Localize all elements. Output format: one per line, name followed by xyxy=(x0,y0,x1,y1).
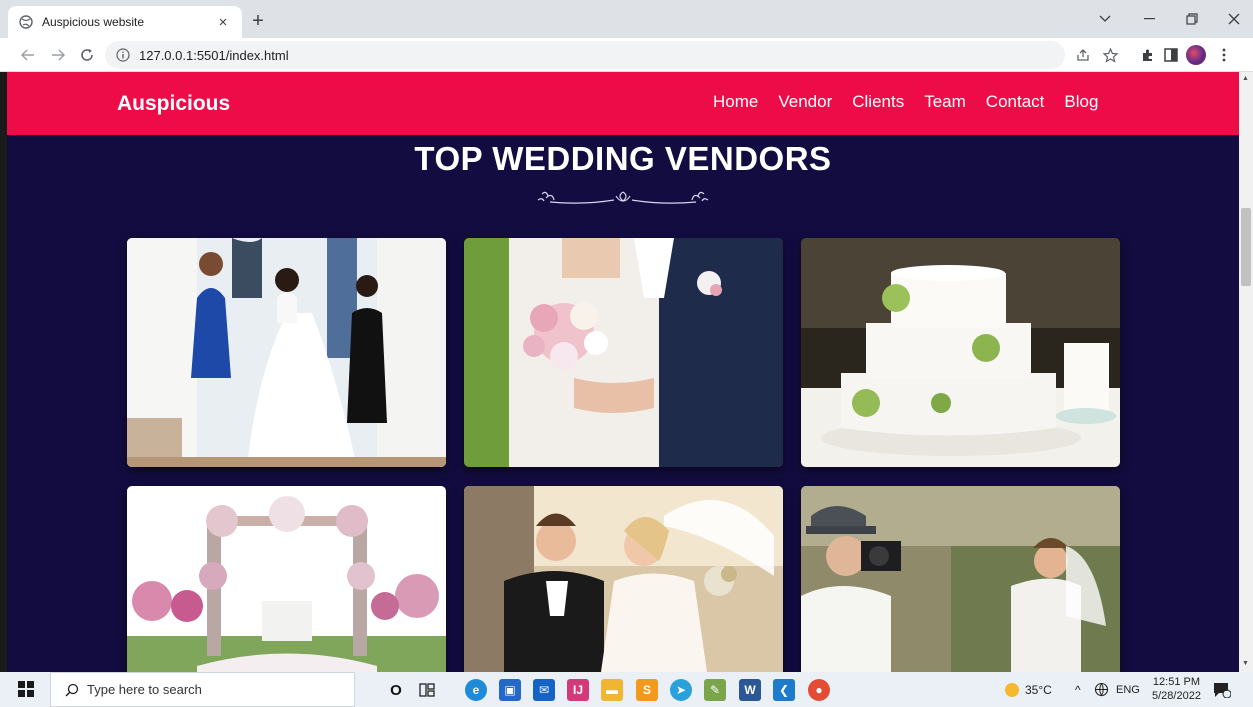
new-tab-button[interactable]: + xyxy=(246,9,270,33)
nav-links: Home Vendor Clients Team Contact Blog xyxy=(713,92,1098,112)
site-brand[interactable]: Auspicious xyxy=(117,92,230,116)
weather-temp: 35°C xyxy=(1025,682,1052,697)
vendor-card-decor[interactable] xyxy=(127,486,446,672)
network-globe-icon[interactable] xyxy=(1094,672,1109,707)
minimize-icon[interactable] xyxy=(1134,8,1164,30)
side-panel-icon[interactable] xyxy=(1160,44,1182,66)
scroll-down-icon[interactable]: ▼ xyxy=(1242,660,1249,667)
share-icon[interactable] xyxy=(1072,44,1094,66)
toolbar: 127.0.0.1:5501/index.html xyxy=(0,38,1253,72)
vendor-card-bouquet[interactable] xyxy=(464,238,783,467)
taskbar-search[interactable]: Type here to search xyxy=(50,672,355,707)
search-placeholder: Type here to search xyxy=(87,682,202,697)
notification-center-icon[interactable]: 3 xyxy=(1213,672,1231,707)
cortana-icon[interactable]: O xyxy=(385,679,407,701)
weather-sun-icon xyxy=(1005,682,1019,697)
task-view-icon[interactable] xyxy=(416,679,438,701)
forward-arrow-icon[interactable] xyxy=(46,43,70,67)
extensions-icon[interactable] xyxy=(1137,44,1159,66)
vscode-icon[interactable]: ❮ xyxy=(773,679,795,701)
store-icon[interactable]: ▣ xyxy=(499,679,521,701)
windows-start-icon[interactable] xyxy=(18,681,34,697)
tab-close-icon[interactable]: × xyxy=(214,14,232,31)
reload-icon[interactable] xyxy=(75,43,99,67)
bridal-fitting-image xyxy=(127,238,446,467)
telegram-icon[interactable]: ➤ xyxy=(670,679,692,701)
chevron-down-icon[interactable] xyxy=(1090,8,1120,30)
vendor-card-photography[interactable] xyxy=(801,486,1120,672)
chrome-icon[interactable]: ● xyxy=(808,679,830,701)
url-text: 127.0.0.1:5501/index.html xyxy=(139,47,289,63)
weather-widget[interactable]: 35°C xyxy=(1005,672,1052,707)
browser-tab[interactable]: Auspicious website × xyxy=(8,6,242,38)
floral-arch-image xyxy=(127,486,446,672)
notification-count: 3 xyxy=(1224,684,1229,693)
vendor-card-celebration[interactable] xyxy=(464,486,783,672)
intellij-icon[interactable]: IJ xyxy=(567,679,589,701)
couple-celebration-image xyxy=(464,486,783,672)
back-arrow-icon[interactable] xyxy=(16,43,40,67)
close-window-icon[interactable] xyxy=(1219,8,1249,30)
vendor-card-bridal-fitting[interactable] xyxy=(127,238,446,467)
photographer-image xyxy=(801,486,1120,672)
bouquet-couple-image xyxy=(464,238,783,467)
page-viewport: Auspicious Home Vendor Clients Team Cont… xyxy=(7,72,1239,672)
ornament-divider-icon xyxy=(537,191,709,204)
site-navbar: Auspicious Home Vendor Clients Team Cont… xyxy=(7,72,1239,135)
restore-icon[interactable] xyxy=(1177,8,1207,30)
nav-team[interactable]: Team xyxy=(924,92,966,112)
scroll-thumb[interactable] xyxy=(1241,208,1251,286)
bookmark-star-icon[interactable] xyxy=(1099,44,1121,66)
sublime-icon[interactable]: S xyxy=(636,679,658,701)
edge-icon[interactable]: e xyxy=(465,679,487,701)
nav-home[interactable]: Home xyxy=(713,92,758,112)
info-icon[interactable] xyxy=(115,47,131,63)
section-title: TOP WEDDING VENDORS xyxy=(414,140,832,177)
file-explorer-icon[interactable]: ▬ xyxy=(601,679,623,701)
tab-strip: Auspicious website × + xyxy=(0,0,1253,38)
profile-avatar[interactable] xyxy=(1185,44,1207,66)
tray-chevron-icon[interactable]: ^ xyxy=(1075,672,1081,707)
language-indicator[interactable]: ENG xyxy=(1116,672,1140,707)
tab-title: Auspicious website xyxy=(42,15,145,29)
taskbar-clock[interactable]: 12:51 PM 5/28/2022 xyxy=(1152,675,1201,703)
paint-icon[interactable]: ✎ xyxy=(704,679,726,701)
nav-blog[interactable]: Blog xyxy=(1064,92,1098,112)
word-icon[interactable]: W xyxy=(739,679,761,701)
nav-vendor[interactable]: Vendor xyxy=(778,92,832,112)
clock-time: 12:51 PM xyxy=(1152,676,1201,688)
scroll-up-icon[interactable]: ▲ xyxy=(1242,75,1249,82)
vendor-card-cake[interactable] xyxy=(801,238,1120,467)
clock-date: 5/28/2022 xyxy=(1152,690,1201,702)
globe-icon xyxy=(18,14,34,30)
nav-clients[interactable]: Clients xyxy=(852,92,904,112)
page-scrollbar[interactable]: ▲ ▼ xyxy=(1239,72,1253,672)
address-bar[interactable]: 127.0.0.1:5501/index.html xyxy=(105,41,1065,69)
mail-icon[interactable]: ✉ xyxy=(533,679,555,701)
search-icon xyxy=(65,683,79,696)
wedding-cake-image xyxy=(801,238,1120,467)
nav-contact[interactable]: Contact xyxy=(986,92,1045,112)
taskbar: Type here to search O e ▣ ✉ IJ ▬ S ➤ ✎ W… xyxy=(0,672,1253,707)
more-menu-icon[interactable] xyxy=(1213,44,1235,66)
